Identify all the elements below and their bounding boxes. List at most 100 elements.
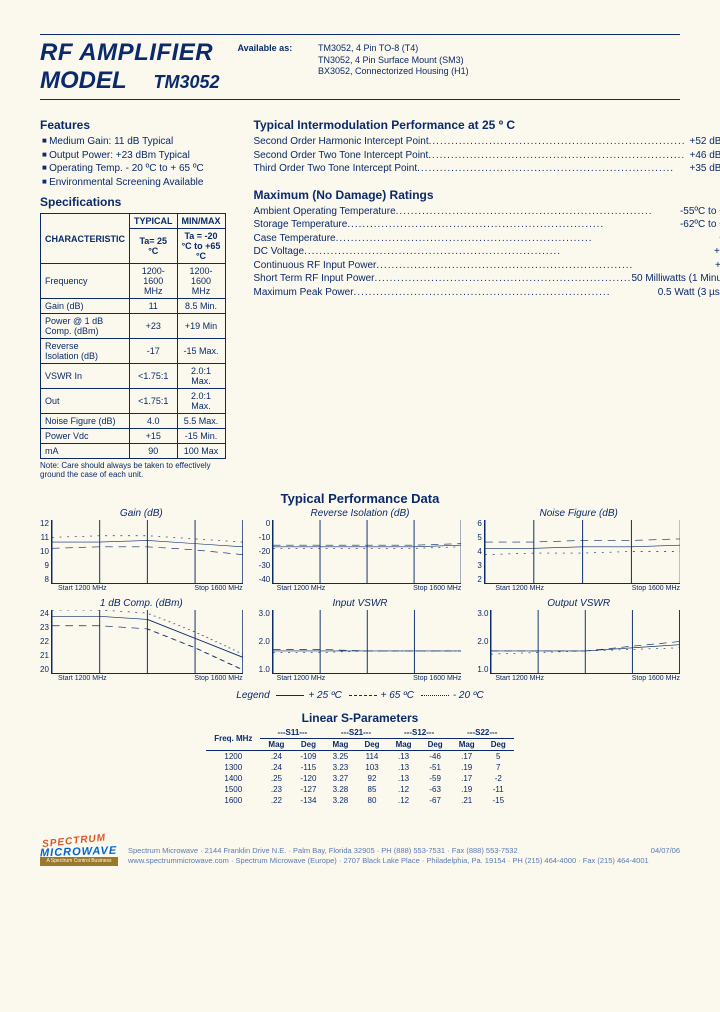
- chart-xstart: Start 1200 MHz: [277, 675, 326, 682]
- intermod-heading: Typical Intermodulation Performance at 2…: [254, 118, 720, 132]
- availability-label: Available as:: [238, 43, 316, 55]
- chart-xstop: Stop 1600 MHz: [194, 585, 242, 592]
- list-label: Case Temperature: [254, 232, 336, 246]
- spec-val-typ: 1200-1600 MHz: [130, 264, 178, 299]
- spec-val-typ: +15: [130, 429, 178, 444]
- footer-date: 04/07/06: [651, 846, 680, 856]
- features-list: Medium Gain: 11 dB Typical Output Power:…: [40, 135, 226, 189]
- right-column: Typical Intermodulation Performance at 2…: [254, 112, 720, 479]
- list-label: Ambient Operating Temperature: [254, 205, 396, 219]
- charts-grid: Gain (dB) 12111098 Start 1200 MHzStop 16…: [40, 508, 680, 682]
- spec-val-minmax: 8.5 Min.: [177, 299, 225, 314]
- chart-xstop: Stop 1600 MHz: [413, 585, 461, 592]
- spec-val-minmax: 5.5 Max.: [177, 414, 225, 429]
- sparam-row: 1600.22-1343.2880.12-67.21-15: [206, 795, 514, 806]
- header: RF AMPLIFIER MODEL TM3052 Available as: …: [40, 39, 680, 95]
- sparam-row: 1400.25-1203.2792.13-59.17-2: [206, 773, 514, 784]
- list-value: -55ºC to + 100 ºC: [680, 205, 720, 219]
- spec-col-minmax-sub: Ta = -20 °C to +65 °C: [177, 229, 225, 264]
- chart-title: Output VSWR: [477, 598, 680, 609]
- list-value: + 18 Volts: [714, 245, 720, 259]
- chart-xstart: Start 1200 MHz: [58, 585, 107, 592]
- sparam-col-s22: ---S22---: [451, 727, 514, 739]
- spec-row-label: VSWR In: [41, 364, 130, 389]
- spec-col-char: CHARACTERISTIC: [41, 214, 130, 264]
- availability: Available as: TM3052, 4 Pin TO-8 (T4) TN…: [238, 39, 681, 78]
- model-number: TM3052: [153, 72, 219, 92]
- chart-xstart: Start 1200 MHz: [495, 585, 544, 592]
- availability-opt: BX3052, Connectorized Housing (H1): [318, 66, 469, 78]
- list-label: Second Order Two Tone Intercept Point: [254, 149, 429, 163]
- spec-col-typ: TYPICAL: [130, 214, 178, 229]
- list-value: -62ºC to + 125 ºC: [680, 218, 720, 232]
- features-heading: Features: [40, 118, 226, 132]
- spec-val-typ: -17: [130, 339, 178, 364]
- spec-row-label: Noise Figure (dB): [41, 414, 130, 429]
- list-label: Third Order Two Tone Intercept Point: [254, 162, 418, 176]
- feature-item: Output Power: +23 dBm Typical: [42, 149, 226, 163]
- spec-val-minmax: -15 Max.: [177, 339, 225, 364]
- spec-val-typ: <1.75:1: [130, 364, 178, 389]
- spec-row-label: ReverseIsolation (dB): [41, 339, 130, 364]
- sparam-row: 1300.24-1153.23103.13-51.197: [206, 762, 514, 773]
- spec-val-typ: <1.75:1: [130, 389, 178, 414]
- spec-val-minmax: 1200-1600 MHz: [177, 264, 225, 299]
- chart: Noise Figure (dB) 65432 Start 1200 MHzSt…: [477, 508, 680, 592]
- chart-xstop: Stop 1600 MHz: [632, 585, 680, 592]
- spec-row-label: Frequency: [41, 264, 130, 299]
- sparam-row: 1500.23-1273.2885.12-63.19-11: [206, 784, 514, 795]
- chart-title: 1 dB Comp. (dBm): [40, 598, 243, 609]
- maxratings-heading: Maximum (No Damage) Ratings: [254, 188, 720, 202]
- list-label: Short Term RF Input Power: [254, 272, 375, 286]
- chart-title: Reverse Isolation (dB): [259, 508, 462, 519]
- chart-xstop: Stop 1600 MHz: [632, 675, 680, 682]
- spec-val-minmax: 2.0:1 Max.: [177, 389, 225, 414]
- spec-val-typ: 90: [130, 444, 178, 459]
- footer-line1: Spectrum Microwave · 2144 Franklin Drive…: [128, 846, 518, 855]
- availability-opt: TM3052, 4 Pin TO-8 (T4): [318, 43, 469, 55]
- spec-val-minmax: 2.0:1 Max.: [177, 364, 225, 389]
- spec-val-typ: +23: [130, 314, 178, 339]
- chart-title: Input VSWR: [259, 598, 462, 609]
- left-column: Features Medium Gain: 11 dB Typical Outp…: [40, 112, 226, 479]
- list-label: DC Voltage: [254, 245, 305, 259]
- list-value: 0.5 Watt (3 µsec Max.): [658, 286, 720, 300]
- sparam-row: 1200.24-1093.25114.13-46.175: [206, 751, 514, 763]
- model-label: MODEL: [40, 67, 127, 94]
- list-value: + 15 dBm: [715, 259, 720, 273]
- feature-item: Operating Temp. - 20 ºC to + 65 ºC: [42, 162, 226, 176]
- availability-opt: TN3052, 4 Pin Surface Mount (SM3): [318, 55, 469, 67]
- feature-item: Environmental Screening Available: [42, 176, 226, 190]
- spec-val-minmax: 100 Max: [177, 444, 225, 459]
- sparam-col-freq: Freq. MHz: [206, 727, 260, 751]
- sparam-heading: Linear S-Parameters: [40, 711, 680, 725]
- list-label: Second Order Harmonic Intercept Point: [254, 135, 429, 149]
- sparam-table: Freq. MHz ---S11--- ---S21--- ---S12--- …: [206, 727, 514, 806]
- feature-item: Medium Gain: 11 dB Typical: [42, 135, 226, 149]
- spec-val-minmax: -15 Min.: [177, 429, 225, 444]
- spec-row-label: Power Vdc: [41, 429, 130, 444]
- chart-xstart: Start 1200 MHz: [495, 675, 544, 682]
- performance-heading: Typical Performance Data: [40, 491, 680, 506]
- spec-col-minmax: MIN/MAX: [177, 214, 225, 229]
- list-label: Maximum Peak Power: [254, 286, 354, 300]
- specs-note: Note: Care should always be taken to eff…: [40, 461, 226, 479]
- chart: Gain (dB) 12111098 Start 1200 MHzStop 16…: [40, 508, 243, 592]
- product-type: RF AMPLIFIER: [40, 39, 220, 67]
- spec-row-label: Power @ 1 dBComp. (dBm): [41, 314, 130, 339]
- specs-table: CHARACTERISTIC TYPICAL MIN/MAX Ta= 25 °C…: [40, 213, 226, 459]
- list-value: 50 Milliwatts (1 Minute Max.): [631, 272, 720, 286]
- list-label: Storage Temperature: [254, 218, 348, 232]
- list-value: +46 dBm (Typ.): [690, 149, 720, 163]
- spec-row-label: mA: [41, 444, 130, 459]
- footer-line2: www.spectrummicrowave.com · Spectrum Mic…: [40, 856, 680, 866]
- chart: Reverse Isolation (dB) 0-10-20-30-40 Sta…: [259, 508, 462, 592]
- sparam-col-s12: ---S12---: [388, 727, 451, 739]
- sparam-col-s11: ---S11---: [260, 727, 324, 739]
- specs-heading: Specifications: [40, 195, 226, 209]
- chart-legend: Legend + 25 ºC + 65 ºC - 20 ºC: [40, 690, 680, 701]
- spec-val-typ: 11: [130, 299, 178, 314]
- spec-row-label: Gain (dB): [41, 299, 130, 314]
- spec-val-minmax: +19 Min: [177, 314, 225, 339]
- chart-xstop: Stop 1600 MHz: [413, 675, 461, 682]
